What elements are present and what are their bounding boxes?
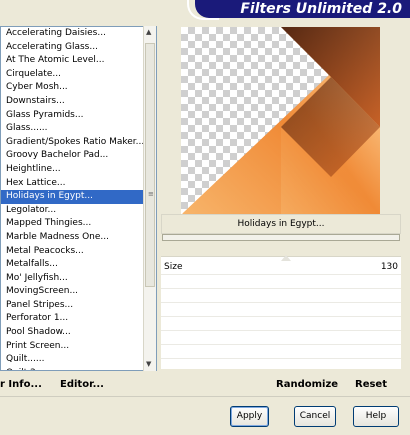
parameter-label: Size [164, 262, 183, 272]
filter-list-item[interactable]: Mo' Jellyfish... [1, 272, 156, 286]
filter-list-item[interactable]: Panel Stripes... [1, 299, 156, 313]
filter-list-item[interactable]: Gradient/Spokes Ratio Maker... [1, 136, 156, 150]
parameter-row-empty [161, 275, 401, 289]
arrow-up-icon[interactable]: ▲ [146, 28, 151, 36]
filter-list-item[interactable]: Hex Lattice... [1, 177, 156, 191]
filter-list-item[interactable]: Holidays in Egypt... [1, 190, 156, 204]
filter-list-item[interactable]: At The Atomic Level... [1, 54, 156, 68]
arrow-down-icon[interactable]: ▼ [146, 360, 151, 368]
filter-list-item[interactable]: Cyber Mosh... [1, 81, 156, 95]
filter-list-item[interactable]: Print Screen... [1, 340, 156, 354]
filter-list-item[interactable]: Cirquelate... [1, 68, 156, 82]
scrollbar-thumb[interactable]: ≡ [145, 43, 155, 287]
filter-list-item[interactable]: Accelerating Glass... [1, 41, 156, 55]
filter-list-item[interactable]: Legolator... [1, 204, 156, 218]
filter-list-item[interactable]: MovingScreen... [1, 285, 156, 299]
cancel-button[interactable]: Cancel [294, 406, 336, 427]
filter-list-panel: Accelerating Daisies... Accelerating Glas… [0, 26, 157, 371]
editor-button[interactable]: Editor... [60, 379, 104, 390]
banner-title: Filters Unlimited 2.0 [240, 1, 402, 17]
filter-list-item[interactable]: Mapped Thingies... [1, 217, 156, 231]
preview-image [181, 27, 380, 215]
apply-button[interactable]: Apply [230, 406, 269, 427]
filter-list-item[interactable]: Heightline... [1, 163, 156, 177]
filter-info-button[interactable]: r Info... [0, 379, 42, 390]
help-button[interactable]: Help [353, 406, 399, 427]
filter-list-item[interactable]: Downstairs... [1, 95, 156, 109]
filter-list-item[interactable]: Accelerating Daisies... [1, 27, 156, 41]
filter-list-scrollbar[interactable]: ▲ ≡ ▼ [143, 26, 156, 371]
filter-list-item[interactable]: Pool Shadow... [1, 326, 156, 340]
parameter-row-empty [161, 317, 401, 331]
filter-list-item[interactable]: Glass Pyramids... [1, 109, 156, 123]
filter-list-item[interactable]: Groovy Bachelor Pad... [1, 149, 156, 163]
parameter-value: 130 [380, 262, 398, 272]
filter-list-item[interactable]: Quilt 2... [1, 367, 156, 370]
parameter-row-empty [161, 289, 401, 303]
filter-list-item[interactable]: Glass...... [1, 122, 156, 136]
separator [0, 396, 410, 397]
filter-list-item[interactable]: Perforator 1... [1, 312, 156, 326]
parameter-row-empty [161, 331, 401, 345]
progress-bar [162, 234, 400, 241]
filter-list-item[interactable]: Marble Madness One... [1, 231, 156, 245]
filters-unlimited-banner: Filters Unlimited 2.0 [187, 0, 410, 20]
parameter-row-empty [161, 345, 401, 359]
reset-button[interactable]: Reset [355, 379, 387, 390]
filter-name-display: Holidays in Egypt... [161, 214, 401, 234]
parameter-row-size[interactable]: Size 130 [161, 255, 401, 275]
parameter-row-empty [161, 303, 401, 317]
parameter-panel: Size 130 [161, 255, 401, 369]
filter-list: Accelerating Daisies... Accelerating Glas… [1, 27, 156, 370]
grip-icon: ≡ [148, 190, 154, 198]
filter-list-item[interactable]: Metalfalls... [1, 258, 156, 272]
slider-marker [281, 255, 291, 261]
preview-artwork [181, 27, 380, 215]
filter-list-item[interactable]: Quilt...... [1, 353, 156, 367]
filter-list-item[interactable]: Metal Peacocks... [1, 245, 156, 259]
randomize-button[interactable]: Randomize [276, 379, 338, 390]
